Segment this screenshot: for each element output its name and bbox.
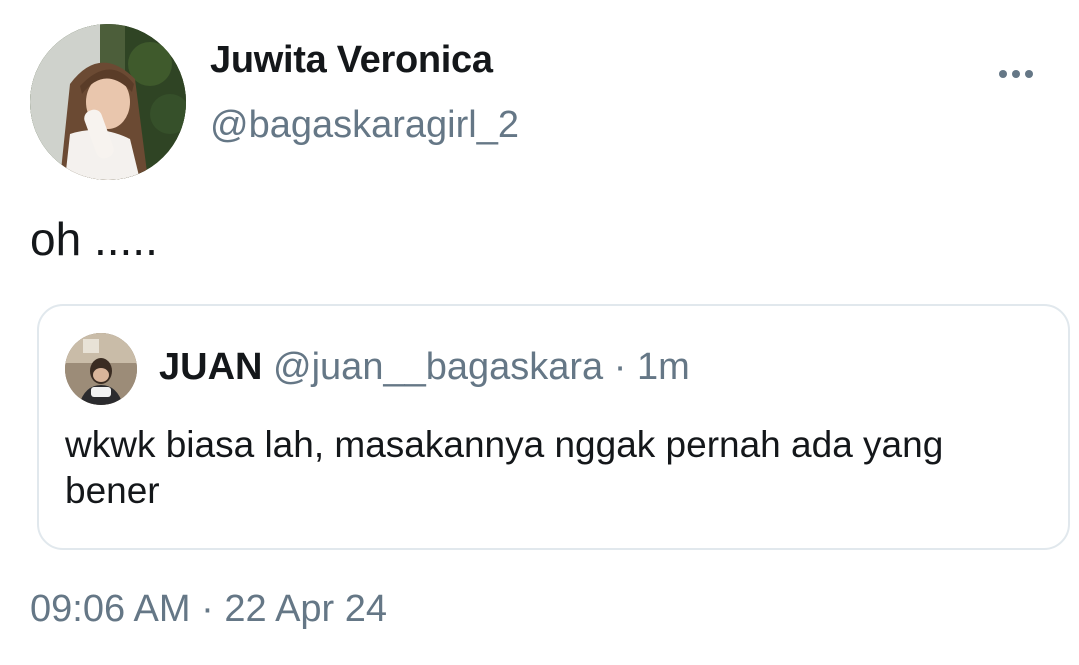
tweet-time: 09:06 AM bbox=[30, 588, 191, 630]
quoted-author-handle[interactable]: @juan__bagaskara bbox=[273, 346, 603, 388]
quoted-tweet-header: JUAN @juan__bagaskara · 1m bbox=[159, 346, 690, 389]
author-avatar-photo-icon bbox=[30, 24, 186, 180]
author-handle[interactable]: @bagaskaragirl_2 bbox=[210, 104, 519, 147]
quoted-author-name[interactable]: JUAN bbox=[159, 346, 262, 388]
quoted-tweet-time[interactable]: 1m bbox=[637, 346, 690, 388]
quoted-tweet-card[interactable]: JUAN @juan__bagaskara · 1m wkwk biasa la… bbox=[37, 304, 1070, 550]
more-options-icon[interactable] bbox=[996, 62, 1036, 86]
author-avatar[interactable] bbox=[30, 24, 186, 180]
timestamp-separator: · bbox=[201, 588, 214, 630]
tweet-date: 22 Apr 24 bbox=[224, 588, 388, 630]
tweet-timestamp[interactable]: 09:06 AM · 22 Apr 24 bbox=[30, 588, 387, 631]
quoted-author-avatar[interactable] bbox=[65, 333, 137, 405]
quoted-avatar-photo-icon bbox=[65, 333, 137, 405]
quoted-separator: · bbox=[613, 346, 627, 388]
tweet-text: oh ..... bbox=[30, 213, 158, 265]
quoted-tweet-text: wkwk biasa lah, masakannya nggak pernah … bbox=[65, 424, 944, 511]
author-display-name[interactable]: Juwita Veronica bbox=[210, 39, 493, 82]
